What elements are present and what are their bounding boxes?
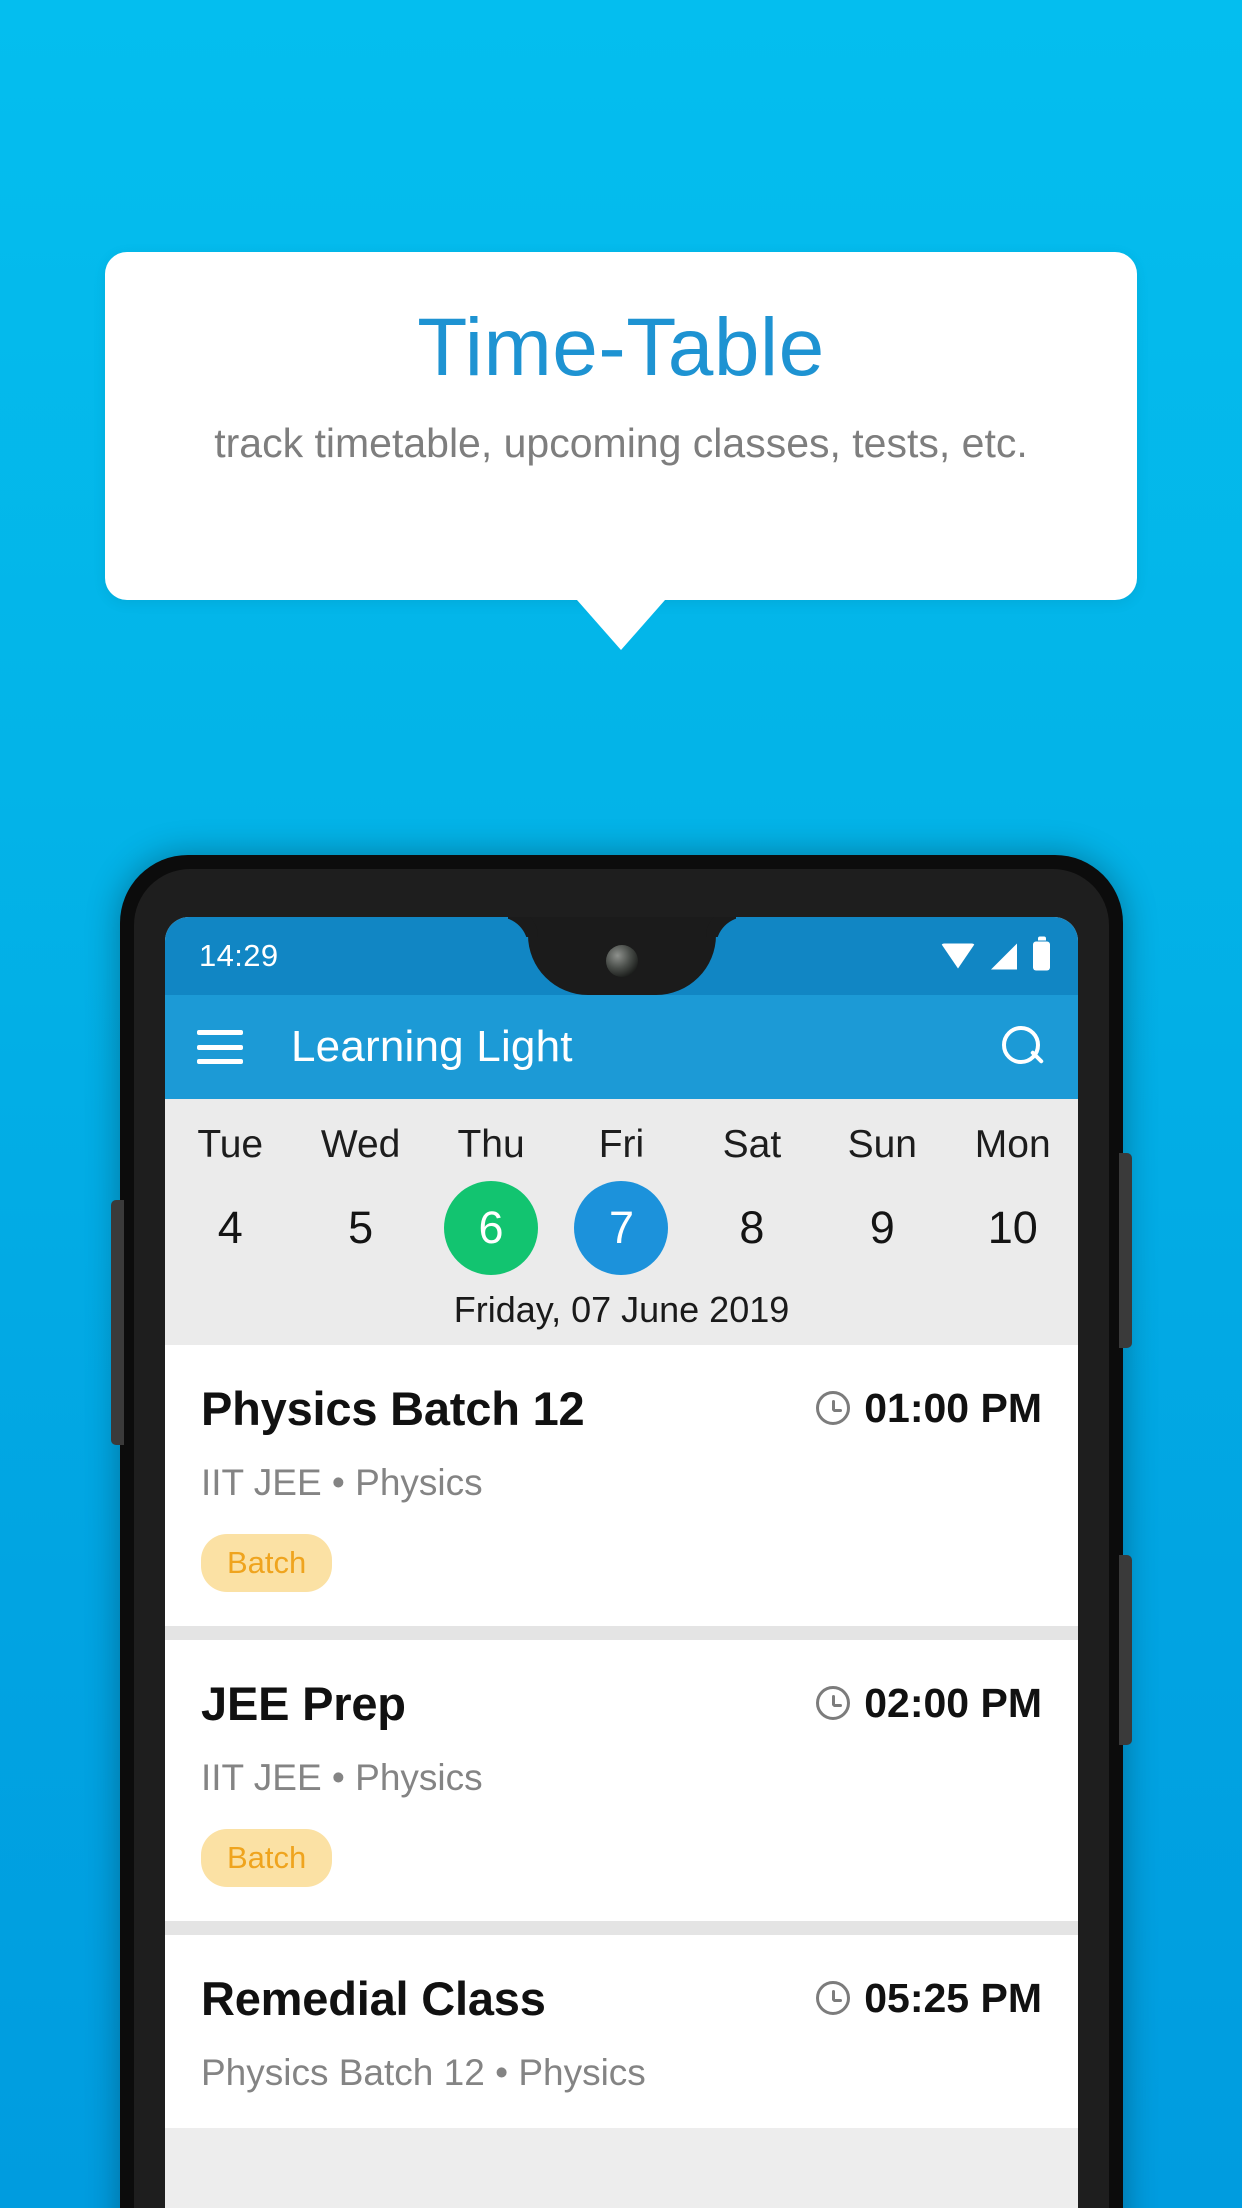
weekday-label: Mon bbox=[974, 1123, 1051, 1166]
date-number: 9 bbox=[869, 1202, 895, 1253]
status-bar-clock: 14:29 bbox=[199, 938, 279, 973]
app-bar-title: Learning Light bbox=[291, 1022, 573, 1071]
date-number-row: 4 5 6 7 8 9 10 bbox=[165, 1181, 1078, 1275]
date-cell-sat[interactable]: 8 bbox=[687, 1181, 817, 1275]
phone-screen: 14:29 Learning Light Tue Wed Thu Fri Sat… bbox=[165, 917, 1078, 2208]
signal-icon bbox=[991, 943, 1017, 969]
date-number-selected: 7 bbox=[574, 1181, 669, 1275]
weekday-label: Sat bbox=[722, 1123, 782, 1166]
event-subtitle: Physics Batch 12 • Physics bbox=[201, 2052, 646, 2093]
weekday-label: Tue bbox=[197, 1123, 264, 1166]
event-title: JEE Prep bbox=[201, 1677, 406, 1730]
event-list-item[interactable]: JEE Prep 02:00 PM IIT JEE • Physics Batc… bbox=[165, 1640, 1078, 1921]
event-list-item[interactable]: Physics Batch 12 01:00 PM IIT JEE • Phys… bbox=[165, 1345, 1078, 1626]
date-number: 4 bbox=[217, 1202, 243, 1253]
event-title: Physics Batch 12 bbox=[201, 1382, 585, 1435]
phone-side-button-left[interactable] bbox=[111, 1200, 124, 1445]
event-time: 02:00 PM bbox=[864, 1679, 1042, 1726]
date-cell-wed[interactable]: 5 bbox=[295, 1181, 425, 1275]
status-badge: Batch bbox=[201, 1829, 333, 1887]
promo-callout-card: Time-Table track timetable, upcoming cla… bbox=[105, 252, 1137, 600]
clock-icon bbox=[816, 1391, 851, 1425]
weekday-label: Fri bbox=[598, 1123, 645, 1166]
event-time-group: 02:00 PM bbox=[816, 1680, 1042, 1727]
battery-icon bbox=[1033, 941, 1050, 971]
promo-subtitle: track timetable, upcoming classes, tests… bbox=[214, 420, 1028, 466]
event-time: 05:25 PM bbox=[864, 1974, 1042, 2021]
date-cell-fri[interactable]: 7 bbox=[556, 1181, 686, 1275]
clock-icon bbox=[816, 1981, 851, 2015]
weekday-label: Wed bbox=[320, 1123, 401, 1166]
date-strip: Tue Wed Thu Fri Sat Sun Mon 4 5 6 7 8 9 … bbox=[165, 1099, 1078, 1345]
date-number-today: 6 bbox=[444, 1181, 539, 1275]
promo-screenshot-stage: Time-Table track timetable, upcoming cla… bbox=[0, 0, 1242, 2208]
hamburger-menu-icon[interactable] bbox=[197, 1030, 243, 1064]
clock-icon bbox=[816, 1686, 851, 1720]
weekday-row: Tue Wed Thu Fri Sat Sun Mon bbox=[165, 1117, 1078, 1173]
event-subtitle: IIT JEE • Physics bbox=[201, 1757, 483, 1798]
status-bar-icons bbox=[941, 941, 1050, 971]
date-cell-tue[interactable]: 4 bbox=[165, 1181, 295, 1275]
date-cell-mon[interactable]: 10 bbox=[948, 1181, 1078, 1275]
status-badge: Batch bbox=[201, 1534, 333, 1592]
event-subtitle: IIT JEE • Physics bbox=[201, 1462, 483, 1503]
weekday-label: Sun bbox=[847, 1123, 918, 1166]
app-bar: Learning Light bbox=[165, 995, 1078, 1099]
event-title: Remedial Class bbox=[201, 1972, 546, 2025]
weekday-label: Thu bbox=[457, 1123, 525, 1166]
event-header: JEE Prep 02:00 PM bbox=[201, 1676, 1042, 1731]
phone-power-button[interactable] bbox=[1119, 1153, 1132, 1348]
phone-device-frame: 14:29 Learning Light Tue Wed Thu Fri Sat… bbox=[111, 855, 1132, 2208]
date-cell-thu[interactable]: 6 bbox=[426, 1181, 556, 1275]
date-number: 10 bbox=[987, 1202, 1038, 1253]
event-time-group: 01:00 PM bbox=[816, 1385, 1042, 1432]
event-header: Remedial Class 05:25 PM bbox=[201, 1971, 1042, 2026]
search-icon[interactable] bbox=[998, 1023, 1046, 1071]
event-time-group: 05:25 PM bbox=[816, 1975, 1042, 2022]
date-number: 8 bbox=[739, 1202, 765, 1253]
promo-title: Time-Table bbox=[417, 302, 825, 393]
phone-notch bbox=[527, 917, 716, 995]
wifi-icon bbox=[941, 943, 975, 969]
event-list-item[interactable]: Remedial Class 05:25 PM Physics Batch 12… bbox=[165, 1935, 1078, 2128]
date-cell-sun[interactable]: 9 bbox=[817, 1181, 947, 1275]
selected-full-date: Friday, 07 June 2019 bbox=[453, 1289, 790, 1330]
front-camera-icon bbox=[605, 945, 638, 977]
event-header: Physics Batch 12 01:00 PM bbox=[201, 1381, 1042, 1436]
phone-volume-button[interactable] bbox=[1119, 1555, 1132, 1745]
event-list: Physics Batch 12 01:00 PM IIT JEE • Phys… bbox=[165, 1345, 1078, 2128]
event-time: 01:00 PM bbox=[864, 1384, 1042, 1431]
date-number: 5 bbox=[348, 1202, 374, 1253]
promo-callout-arrow bbox=[577, 600, 665, 650]
